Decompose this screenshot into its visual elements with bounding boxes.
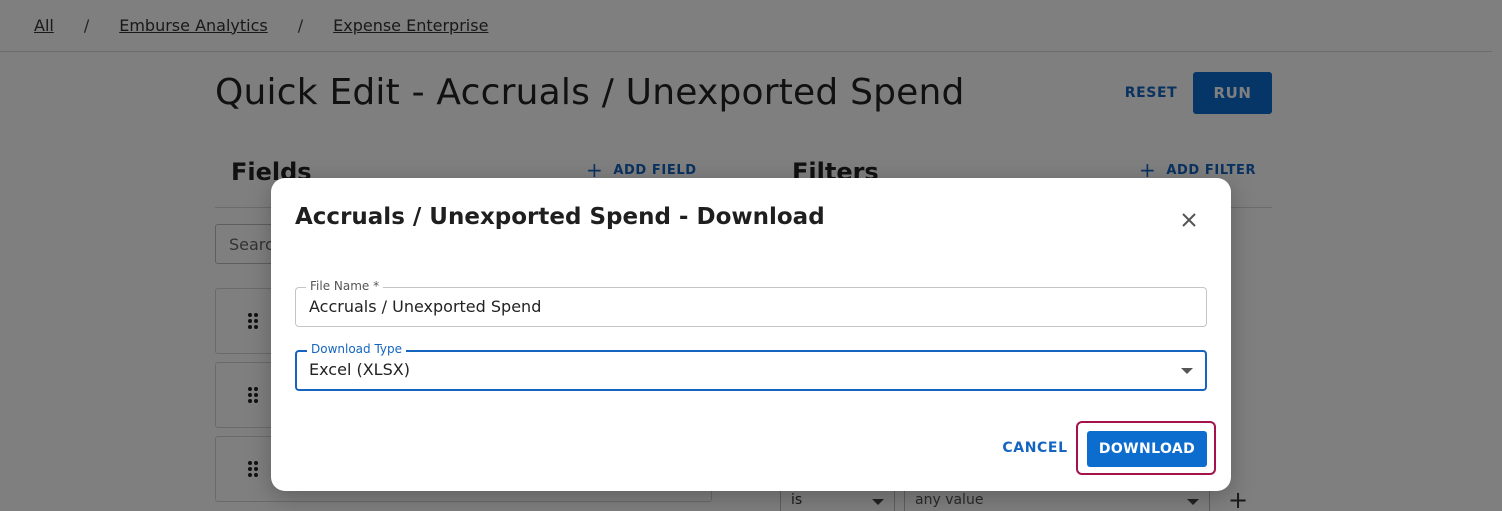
chevron-down-icon bbox=[1181, 368, 1193, 374]
download-type-select[interactable]: Download Type Excel (XLSX) bbox=[295, 342, 1207, 391]
download-type-value: Excel (XLSX) bbox=[309, 360, 410, 379]
download-type-label: Download Type bbox=[307, 342, 407, 356]
file-name-label: File Name * bbox=[306, 279, 384, 293]
download-button[interactable]: DOWNLOAD bbox=[1087, 431, 1207, 467]
download-dialog: Accruals / Unexported Spend - Download F… bbox=[271, 178, 1231, 491]
file-name-field[interactable]: File Name * Accruals / Unexported Spend bbox=[295, 279, 1207, 327]
file-name-input[interactable]: Accruals / Unexported Spend bbox=[309, 297, 541, 316]
close-button[interactable] bbox=[1173, 206, 1205, 234]
close-icon bbox=[1182, 213, 1196, 227]
cancel-button[interactable]: CANCEL bbox=[997, 436, 1073, 460]
dialog-title: Accruals / Unexported Spend - Download bbox=[295, 204, 825, 230]
